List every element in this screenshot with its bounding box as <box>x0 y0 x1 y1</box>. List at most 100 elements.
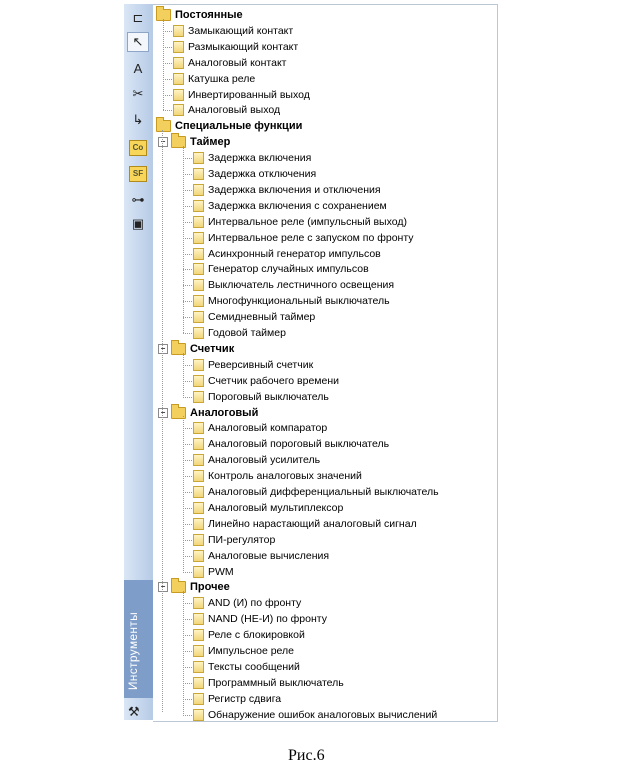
tree-item[interactable]: Счетчик рабочего времени <box>193 373 339 389</box>
tree-item[interactable]: Генератор случайных импульсов <box>193 261 369 277</box>
function-block-icon <box>193 279 204 292</box>
tree-item[interactable]: Аналоговый выход <box>173 102 280 118</box>
tree-connector-line <box>183 682 192 684</box>
group-constants[interactable]: Постоянные <box>156 6 243 23</box>
text-tool-icon[interactable]: A <box>127 58 149 78</box>
group-timer-label: Таймер <box>190 136 231 149</box>
tree-item[interactable]: Интервальное реле (импульсный выход) <box>193 214 407 230</box>
tree-connector-line <box>163 30 172 32</box>
tree-item[interactable]: Задержка включения <box>193 150 311 166</box>
function-block-icon <box>193 327 204 339</box>
tree-item[interactable]: Аналоговый мультиплексор <box>193 500 343 516</box>
function-block-icon <box>193 645 204 657</box>
tree-item[interactable]: Импульсное реле <box>193 643 294 659</box>
network-blocks-icon[interactable]: ▣ <box>127 214 149 234</box>
tree-item-label: Задержка включения и отключения <box>208 183 381 196</box>
tree-connector-line <box>183 317 192 319</box>
tree-item-label: Инвертированный выход <box>188 88 310 101</box>
tree-item-label: Реле с блокировкой <box>208 629 305 642</box>
function-block-icon <box>193 263 204 276</box>
tree-item[interactable]: Программный выключатель <box>193 675 344 691</box>
tree-item[interactable]: Задержка включения с сохранением <box>193 198 387 214</box>
function-block-icon <box>193 549 204 562</box>
tree-item[interactable]: NAND (НЕ-И) по фронту <box>193 611 327 627</box>
tree-connector-line <box>183 698 192 700</box>
tree-item[interactable]: Инвертированный выход <box>173 87 310 103</box>
tree-item[interactable]: Многофункциональный выключатель <box>193 293 390 309</box>
tree-connector-line <box>183 651 192 652</box>
tree-item-label: Замыкающий контакт <box>188 24 294 37</box>
tree-item[interactable]: Аналоговый контакт <box>173 55 286 71</box>
function-block-icon <box>193 247 204 260</box>
function-block-icon <box>193 438 204 451</box>
tree-item[interactable]: Аналоговый пороговый выключатель <box>193 436 389 452</box>
tree-item[interactable]: Реле с блокировкой <box>193 627 305 643</box>
collapse-toggle-icon[interactable]: − <box>158 407 168 418</box>
tree-item-label: Реверсивный счетчик <box>208 358 314 371</box>
collapse-toggle-icon[interactable]: − <box>158 582 168 593</box>
special-functions-sf-icon[interactable]: SF <box>127 164 149 184</box>
select-arrow-icon[interactable]: ↖ <box>127 32 149 52</box>
function-block-icon <box>193 215 204 228</box>
tree-item[interactable]: Аналоговый компаратор <box>193 420 327 436</box>
function-tree: Постоянные Замыкающий контакт Размыкающий … <box>153 4 498 722</box>
function-block-icon <box>193 311 204 324</box>
tree-item[interactable]: Линейно нарастающий аналоговый сигнал <box>193 516 417 532</box>
tree-item[interactable]: Пороговый выключатель <box>193 389 329 405</box>
tree-connector-line <box>183 507 192 509</box>
group-special-functions[interactable]: Специальные функции <box>156 117 302 134</box>
wrench-icon[interactable]: ⚒ <box>128 704 140 720</box>
function-block-icon <box>193 501 204 514</box>
tree-item-label: Аналоговый пороговый выключатель <box>208 438 390 451</box>
tools-panel-tab[interactable]: Инструменты <box>124 580 153 698</box>
tree-connector-line <box>183 714 192 716</box>
group-analog[interactable]: − Аналоговый <box>158 403 258 421</box>
collapse-toggle-icon[interactable]: − <box>158 137 168 148</box>
network-tool-icon[interactable]: ⊶ <box>127 190 149 210</box>
function-block-icon <box>193 565 204 578</box>
function-block-icon <box>173 88 184 101</box>
tree-item-label: Семидневный таймер <box>208 311 316 324</box>
tree-item[interactable]: Обнаружение ошибок аналоговых вычислений <box>193 707 437 723</box>
wire-tool-icon[interactable]: ↳ <box>127 110 149 130</box>
constants-co-icon[interactable]: Co <box>127 138 149 158</box>
function-block-icon <box>193 676 204 689</box>
tree-item[interactable]: Асинхронный генератор импульсов <box>193 246 381 262</box>
function-block-icon <box>193 454 204 467</box>
group-misc[interactable]: − Прочее <box>158 578 230 595</box>
collapse-toggle-icon[interactable]: − <box>158 343 168 354</box>
tree-item-label: Генератор случайных импульсов <box>208 263 369 276</box>
tree-item[interactable]: Аналоговые вычисления <box>193 548 329 564</box>
function-block-icon <box>193 199 204 212</box>
function-block-icon <box>193 533 204 546</box>
tree-item[interactable]: Аналоговый усилитель <box>193 452 320 468</box>
tree-item[interactable]: ПИ-регулятор <box>193 532 275 548</box>
tree-item[interactable]: Замыкающий контакт <box>173 23 293 39</box>
group-counter[interactable]: − Счетчик <box>158 339 234 357</box>
tree-item-label: Аналоговый компаратор <box>208 422 328 435</box>
tree-item[interactable]: Контроль аналоговых значений <box>193 468 362 484</box>
tree-item[interactable]: Семидневный таймер <box>193 309 315 325</box>
group-timer[interactable]: − Таймер <box>158 133 231 150</box>
tree-connector-line <box>183 428 192 430</box>
tree-item[interactable]: Катушка реле <box>173 71 255 87</box>
function-block-icon <box>193 660 204 673</box>
tree-item-label: Аналоговый мультиплексор <box>208 501 344 514</box>
tree-item[interactable]: Годовой таймер <box>193 325 286 341</box>
group-misc-label: Прочее <box>190 581 230 594</box>
tree-item[interactable]: Задержка включения и отключения <box>193 182 381 198</box>
tree-item[interactable]: Размыкающий контакт <box>173 39 298 55</box>
tree-item[interactable]: Задержка отключения <box>193 166 316 182</box>
tree-item-label: Обнаружение ошибок аналоговых вычислений <box>208 708 438 721</box>
tree-item[interactable]: PWM <box>193 564 234 580</box>
tree-item[interactable]: Реверсивный счетчик <box>193 357 313 373</box>
tree-item[interactable]: Тексты сообщений <box>193 659 300 675</box>
tree-item[interactable]: Аналоговый дифференциальный выключатель <box>193 484 439 500</box>
connector-tool-icon[interactable]: ⊏ <box>127 8 149 28</box>
tree-item[interactable]: AND (И) по фронту <box>193 595 301 611</box>
tree-item[interactable]: Выключатель лестничного освещения <box>193 277 394 293</box>
cut-scissors-icon[interactable]: ✂ <box>127 84 149 104</box>
tree-item[interactable]: Интервальное реле с запуском по фронту <box>193 230 414 246</box>
tree-connector-line <box>163 110 172 112</box>
tree-item[interactable]: Регистр сдвига <box>193 691 281 707</box>
